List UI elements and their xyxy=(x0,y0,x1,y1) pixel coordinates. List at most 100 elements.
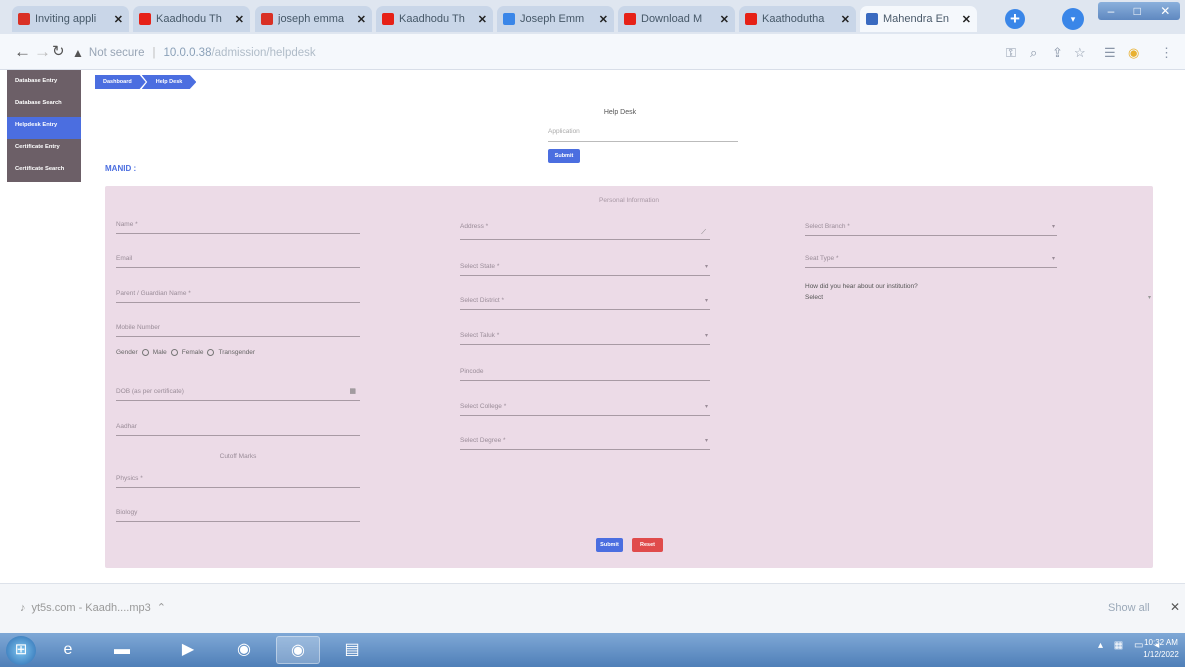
minimize-icon[interactable]: – xyxy=(1108,4,1115,18)
site-icon xyxy=(745,13,757,25)
tab-close-icon[interactable]: ✕ xyxy=(720,13,729,26)
email-field[interactable]: Email xyxy=(116,252,360,268)
male-label: Male xyxy=(152,349,167,356)
male-radio[interactable] xyxy=(141,349,149,356)
address-placeholder: Address * xyxy=(460,223,489,230)
gmail-icon xyxy=(18,13,30,25)
download-filename: yt5s.com - Kaadh....mp3 xyxy=(31,601,151,614)
search-submit-button[interactable]: Submit xyxy=(548,149,580,163)
taskbar: ⊞ e ▬ ▶ ◉ ◉ ▤ ▴ ▦ ▭ ◂ 10:32 AM 1/12/2022 xyxy=(0,633,1185,667)
back-icon[interactable]: ← xyxy=(14,43,31,61)
browser-tab[interactable]: joseph emma ✕ xyxy=(255,6,372,32)
resize-handle-icon[interactable]: ⟋ xyxy=(701,229,706,237)
globe-icon xyxy=(503,13,515,25)
female-radio[interactable] xyxy=(170,349,178,356)
transgender-label: Transgender xyxy=(218,349,256,356)
pincode-field[interactable]: Pincode xyxy=(460,365,710,381)
college-select[interactable]: Select College * xyxy=(460,400,710,416)
browser-tab[interactable]: Mahendra En ✕ xyxy=(860,6,977,32)
url-host: 10.0.0.38 xyxy=(163,47,212,59)
tab-label: Mahendra En xyxy=(883,13,950,25)
mobile-field[interactable]: Mobile Number xyxy=(116,321,360,337)
sidebar-item-helpdesk-entry[interactable]: Helpdesk Entry xyxy=(7,117,81,139)
download-item[interactable]: ♪ yt5s.com - Kaadh....mp3 ⌃ xyxy=(20,601,166,615)
downloads-bar: ♪ yt5s.com - Kaadh....mp3 ⌃ Show all ✕ xyxy=(0,583,1185,633)
profile-avatar[interactable]: ▾ xyxy=(1062,8,1084,30)
reading-list-icon[interactable]: ☰ xyxy=(1104,45,1116,61)
form-submit-button[interactable]: Submit xyxy=(596,538,623,552)
sidebar-item-database-entry[interactable]: Database Entry xyxy=(7,73,81,95)
sidebar: Database Entry Database Search Helpdesk En… xyxy=(7,70,81,182)
physics-field[interactable]: Physics * xyxy=(116,472,360,488)
browser-tab[interactable]: Inviting appli ✕ xyxy=(12,6,129,32)
sidebar-item-database-search[interactable]: Database Search xyxy=(7,95,81,117)
breadcrumb-help-desk[interactable]: Help Desk xyxy=(141,75,197,89)
address-bar[interactable]: ▲ Not secure | 10.0.0.38 /admission/help… xyxy=(72,42,972,64)
seat-type-select[interactable]: Seat Type * xyxy=(805,252,1057,268)
key-icon[interactable]: ⚿ xyxy=(1006,45,1016,61)
sidebar-item-certificate-search[interactable]: Certificate Search xyxy=(7,161,81,183)
close-window-icon[interactable]: ✕ xyxy=(1160,4,1170,18)
district-select[interactable]: Select District * xyxy=(460,294,710,310)
start-button[interactable]: ⊞ xyxy=(6,636,36,665)
aadhar-field[interactable]: Aadhar xyxy=(116,420,360,436)
browser-tab[interactable]: Joseph Emm ✕ xyxy=(497,6,614,32)
browser-tab[interactable]: Download M ✕ xyxy=(618,6,735,32)
tab-close-icon[interactable]: ✕ xyxy=(841,13,850,26)
transgender-radio[interactable] xyxy=(207,349,215,356)
biology-field[interactable]: Biology xyxy=(116,506,360,522)
degree-select[interactable]: Select Degree * xyxy=(460,434,710,450)
tab-close-icon[interactable]: ✕ xyxy=(599,13,608,26)
dob-field[interactable]: DOB (as per certificate) ▦ xyxy=(116,385,360,401)
tab-label: Joseph Emm xyxy=(520,13,585,25)
name-field[interactable]: Name * xyxy=(116,218,360,234)
show-all-link[interactable]: Show all xyxy=(1108,602,1150,614)
browser-tab-strip: Inviting appli ✕ Kaadhodu Th ✕ joseph emma ✕ K… xyxy=(0,0,1185,34)
maximize-icon[interactable]: □ xyxy=(1134,4,1141,18)
new-tab-button[interactable]: + xyxy=(1005,9,1025,29)
reload-icon[interactable]: ↻ xyxy=(52,43,65,61)
calendar-icon[interactable]: ▦ xyxy=(349,387,356,395)
browser-tab[interactable]: Kaadhodu Th ✕ xyxy=(133,6,250,32)
download-site-icon xyxy=(624,13,636,25)
state-select[interactable]: Select State * xyxy=(460,260,710,276)
media-player-icon[interactable]: ▶ xyxy=(166,636,210,664)
close-downloads-icon[interactable]: ✕ xyxy=(1170,600,1180,614)
gender-group: Gender Male Female Transgender xyxy=(116,349,255,356)
url-path: /admission/helpdesk xyxy=(211,47,316,59)
menu-icon[interactable]: ⋮ xyxy=(1160,45,1173,61)
window-controls[interactable]: – □ ✕ xyxy=(1098,2,1180,20)
tab-close-icon[interactable]: ✕ xyxy=(235,13,244,26)
bookmark-star-icon[interactable]: ☆ xyxy=(1074,45,1086,61)
tab-close-icon[interactable]: ✕ xyxy=(357,13,366,26)
how-heard-select[interactable]: Select xyxy=(805,294,1153,308)
tab-close-icon[interactable]: ✕ xyxy=(114,13,123,26)
taluk-select[interactable]: Select Taluk * xyxy=(460,329,710,345)
tab-close-icon[interactable]: ✕ xyxy=(478,13,487,26)
application-number-input[interactable]: Application xyxy=(548,124,738,142)
tab-label: joseph emma xyxy=(278,13,345,25)
breadcrumb-dashboard[interactable]: Dashboard xyxy=(95,75,146,89)
explorer-icon[interactable]: ▬ xyxy=(100,636,144,664)
share-icon[interactable]: ⇪ xyxy=(1052,45,1063,61)
ie-icon[interactable]: e xyxy=(46,636,90,664)
clock[interactable]: 10:32 AM 1/12/2022 xyxy=(1140,637,1182,661)
browser-tab[interactable]: Kaathodutha ✕ xyxy=(739,6,856,32)
app-icon[interactable]: ▤ xyxy=(330,636,374,664)
sidebar-item-certificate-entry[interactable]: Certificate Entry xyxy=(7,139,81,161)
tab-close-icon[interactable]: ✕ xyxy=(962,13,971,26)
form-reset-button[interactable]: Reset xyxy=(632,538,663,552)
zoom-icon[interactable]: ⌕ xyxy=(1030,45,1037,61)
youtube-icon xyxy=(382,13,394,25)
forward-icon[interactable]: → xyxy=(34,43,51,61)
chrome-active-icon[interactable]: ◉ xyxy=(276,636,320,664)
branch-select[interactable]: Select Branch * xyxy=(805,220,1057,236)
browser-tab[interactable]: Kaadhodu Th ✕ xyxy=(376,6,493,32)
extension-icon[interactable]: ◉ xyxy=(1128,45,1139,61)
chevron-up-icon[interactable]: ⌃ xyxy=(157,601,166,614)
chrome-icon[interactable]: ◉ xyxy=(222,636,266,664)
parent-name-field[interactable]: Parent / Guardian Name * xyxy=(116,287,360,303)
address-field[interactable]: Address * ⟋ xyxy=(460,220,710,240)
tab-label: Kaadhodu Th xyxy=(399,13,465,25)
female-label: Female xyxy=(181,349,204,356)
